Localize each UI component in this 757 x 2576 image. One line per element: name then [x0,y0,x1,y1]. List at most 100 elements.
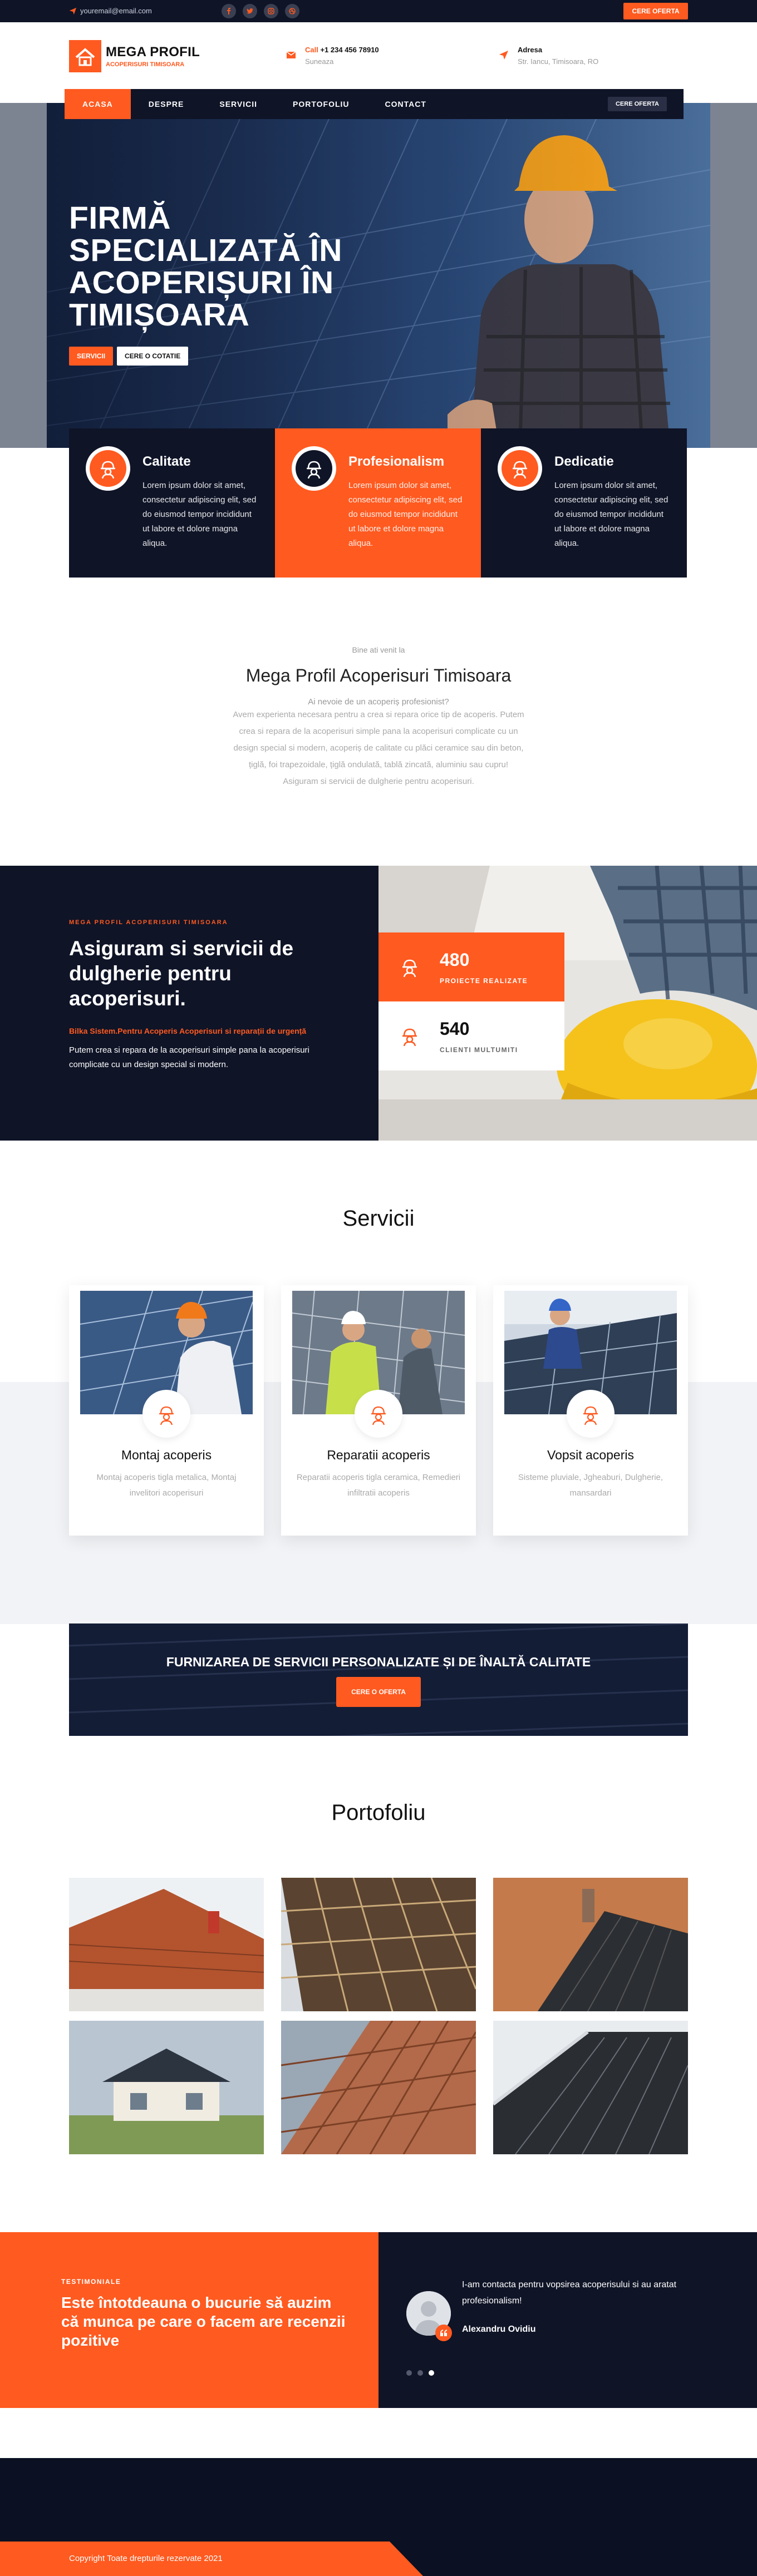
instagram-icon[interactable] [264,4,278,18]
logo-mark-icon [69,40,101,72]
main-nav: ACASA DESPRE SERVICII PORTOFOLIU CONTACT… [65,89,684,119]
feature-text: Lorem ipsum dolor sit amet, consectetur … [142,481,257,548]
phone-icon [286,51,296,58]
quality-worker-icon [86,446,130,491]
feature-title: Profesionalism [348,454,445,469]
welcome-line: Asiguram si servicii de dulgherie pentru… [283,777,474,786]
slider-dot[interactable] [406,2370,412,2376]
dulgherie-kicker: MEGA PROFIL ACOPERISURI TIMISOARA [69,919,228,926]
nav-cere-oferta-button[interactable]: CERE OFERTA [607,97,667,111]
email-link[interactable]: youremail@email.com [69,7,152,15]
stat-number: 480 [440,949,470,970]
service-title: Reparatii acoperis [327,1448,430,1462]
dulgherie-section: MEGA PROFIL ACOPERISURI TIMISOARA Asigur… [0,866,378,1141]
feature-text: Lorem ipsum dolor sit amet, consectetur … [554,481,668,548]
welcome-question: Ai nevoie de un acoperiș profesionist? [308,697,449,707]
email-text: youremail@email.com [80,7,152,15]
logo[interactable]: MEGA PROFIL ACOPERISURI TIMISOARA [69,40,200,72]
cta-text: FURNIZAREA DE SERVICII PERSONALIZATE ȘI … [166,1655,591,1669]
dulgherie-orange-text: Bilka Sistem.Pentru Acoperis Acoperisuri… [69,1027,307,1035]
feature-text: Lorem ipsum dolor sit amet, consectetur … [348,481,463,548]
stat-clienti: 540 CLIENTI MULTUMITI [378,1001,564,1070]
testimonial-slider: I-am contacta pentru vopsirea acoperisul… [378,2232,757,2408]
cta-cere-oferta-button[interactable]: CERE O OFERTA [336,1677,421,1707]
service-title: Vopsit acoperis [547,1448,634,1462]
top-bar: youremail@email.com CERE OFERTA [0,0,757,22]
copyright-bar: Copyright Toate drepturile rezervate 202… [0,2542,423,2576]
feature-title: Dedicatie [554,454,614,469]
nav-item-servicii[interactable]: SERVICII [201,89,275,119]
nav-item-portofoliu[interactable]: PORTOFOLIU [275,89,367,119]
service-text: Sisteme pluviale, Jgheaburi, Dulgherie, … [518,1473,663,1498]
welcome-line: design special si modern, acoperiș de ca… [233,743,524,753]
portfolio-item[interactable] [281,2021,476,2154]
facebook-icon[interactable] [222,4,236,18]
logo-title: MEGA PROFIL [106,45,200,60]
stat-label: PROIECTE REALIZATE [440,976,528,985]
hero-title: FIRMĂ SPECIALIZATĂ ÎN ACOPERIȘURI ÎN TIM… [69,200,342,333]
welcome-title: Mega Profil Acoperisuri Timisoara [245,665,512,685]
logo-subtitle: ACOPERISURI TIMISOARA [106,61,185,68]
slider-dot-active[interactable] [429,2370,434,2376]
twitter-icon[interactable] [243,4,257,18]
service-text: Montaj acoperis tigla metalica, Montaj i… [96,1473,237,1498]
nav-item-acasa[interactable]: ACASA [65,89,131,119]
worker-icon [402,1028,417,1047]
hero-cere-cotatie-button[interactable]: CERE O COTATIE [117,347,189,366]
portfolio-item[interactable] [69,2021,264,2154]
stat-proiecte: 480 PROIECTE REALIZATE [378,932,564,1001]
welcome-line: Avem experienta necesara pentru a crea s… [233,710,524,719]
testimonials-intro: TESTIMONIALE Este întotdeauna o bucurie … [0,2232,378,2408]
dribbble-icon[interactable] [285,4,299,18]
feature-title: Calitate [142,454,191,469]
welcome-small: Bine ati venit la [352,645,405,654]
paper-plane-icon [69,7,77,14]
service-text: Reparatii acoperis tigla ceramica, Remed… [296,1473,461,1498]
worker-icon [402,959,417,978]
portfolio-item[interactable] [281,1878,476,2011]
testimonials-kicker: TESTIMONIALE [61,2278,121,2286]
portfolio-item[interactable] [69,1878,264,2011]
dulgherie-text: Putem crea si repara de la acoperisuri s… [69,1045,309,1069]
service-card-vopsit[interactable]: Vopsit acoperis Sisteme pluviale, Jgheab… [493,1285,688,1536]
roof-paint-icon [567,1390,615,1438]
call-sub: Suneaza [305,57,334,66]
feature-card-calitate: Calitate Lorem ipsum dolor sit amet, con… [69,428,275,578]
feature-card-dedicatie: Dedicatie Lorem ipsum dolor sit amet, co… [481,428,687,578]
testimonial-author: Alexandru Ovidiu [462,2325,536,2334]
servicii-title: Servicii [342,1206,415,1231]
welcome-line: țiglă, foi trapezoidale, țiglă ondulată,… [248,760,509,769]
copyright-text: Copyright Toate drepturile rezervate 202… [69,2554,223,2563]
roof-repair-icon [355,1390,402,1438]
roof-install-icon [142,1390,190,1438]
service-card-reparatii[interactable]: Reparatii acoperis Reparatii acoperis ti… [281,1285,476,1536]
dulgherie-title: Asiguram si servicii de dulgherie pentru… [69,937,294,1010]
professional-worker-icon [292,446,336,491]
cta-banner: FURNIZAREA DE SERVICII PERSONALIZATE ȘI … [69,1623,688,1736]
portfolio-item[interactable] [493,1878,688,2011]
address-sub: Str. Iancu, Timisoara, RO [518,57,599,66]
testimonial-quote: I-am contacta pentru vopsirea acoperisul… [462,2280,677,2306]
top-cere-oferta-button[interactable]: CERE OFERTA [623,3,688,19]
address-label: Adresa [518,46,543,54]
portfolio-item[interactable] [493,2021,688,2154]
portofoliu-title: Portofoliu [331,1800,426,1825]
call-info[interactable]: Call +1 234 456 78910 Suneaza [286,46,379,66]
nav-item-despre[interactable]: DESPRE [131,89,202,119]
quote-icon [435,2325,452,2341]
welcome-line: crea si repara de la acoperisuri simple … [239,727,518,736]
hero-banner: FIRMĂ SPECIALIZATĂ ÎN ACOPERIȘURI ÎN TIM… [47,103,710,448]
slider-dot[interactable] [417,2370,423,2376]
hero-servicii-button[interactable]: SERVICII [69,347,114,366]
location-arrow-icon [499,51,508,60]
call-label: Call [305,46,318,54]
stat-label: CLIENTI MULTUMITI [440,1045,518,1054]
welcome-section: Bine ati venit la Mega Profil Acoperisur… [212,645,545,790]
nav-item-contact[interactable]: CONTACT [367,89,444,119]
service-card-montaj[interactable]: Montaj acoperis Montaj acoperis tigla me… [69,1285,264,1536]
stat-number: 540 [440,1018,470,1039]
dedication-worker-icon [498,446,542,491]
call-number: +1 234 456 78910 [320,46,379,54]
address-info: Adresa Str. Iancu, Timisoara, RO [499,46,598,66]
feature-card-profesionalism: Profesionalism Lorem ipsum dolor sit ame… [275,428,481,578]
